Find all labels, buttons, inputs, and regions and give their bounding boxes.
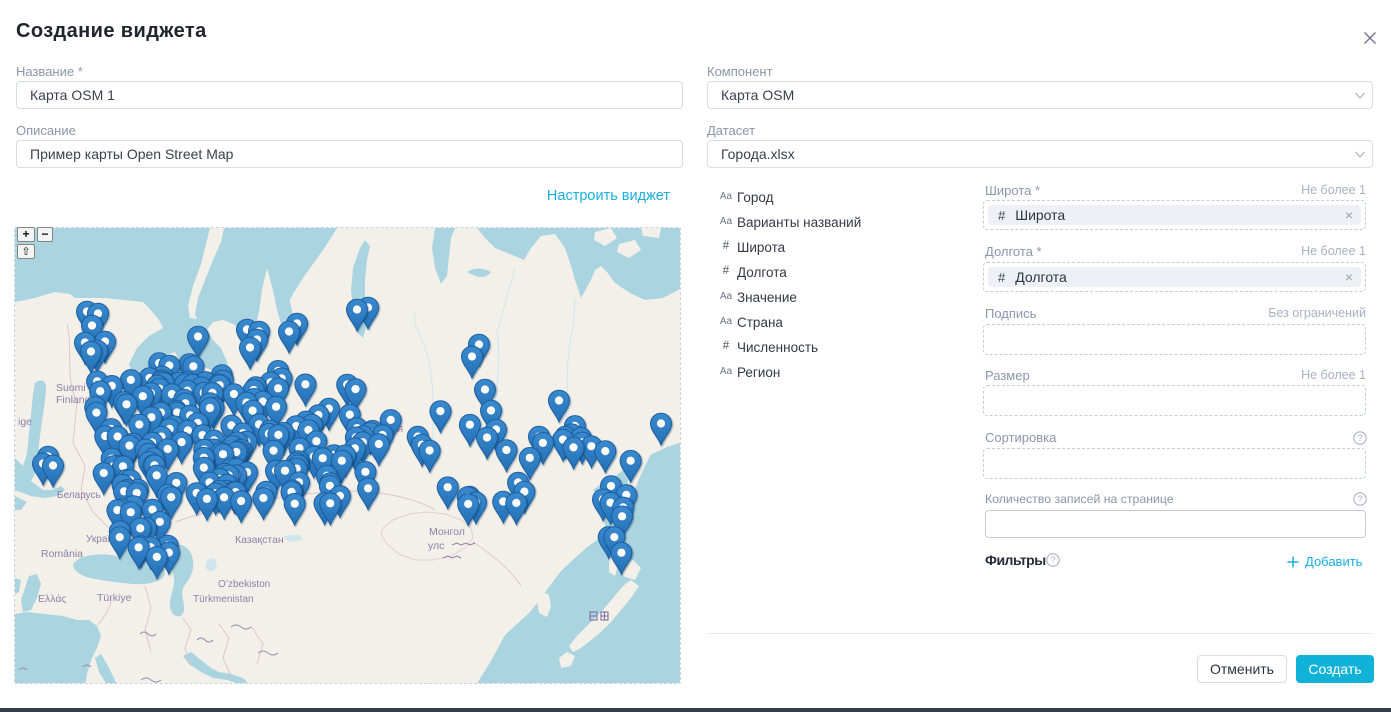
svg-text:Монгол: Монгол [429,526,465,538]
svg-text:Türkmenistan: Türkmenistan [193,594,254,605]
svg-text:?: ? [1357,433,1362,443]
svg-text:România: România [41,548,83,560]
svg-text:улс: улс [428,540,444,552]
svg-text:Украï: Украï [86,534,110,545]
svg-text:Suomi: Suomi [56,382,86,394]
svg-text:?: ? [1050,555,1055,565]
svg-text:ige: ige [18,416,32,428]
svg-text:?: ? [1357,494,1362,504]
svg-text:Türkiye: Türkiye [97,592,132,604]
svg-text:Казақстан: Казақстан [235,534,284,546]
svg-text:Беларусь: Беларусь [57,490,101,501]
svg-text:Ελλάς: Ελλάς [38,593,66,605]
svg-text:O’zbekiston: O’zbekiston [218,579,270,590]
